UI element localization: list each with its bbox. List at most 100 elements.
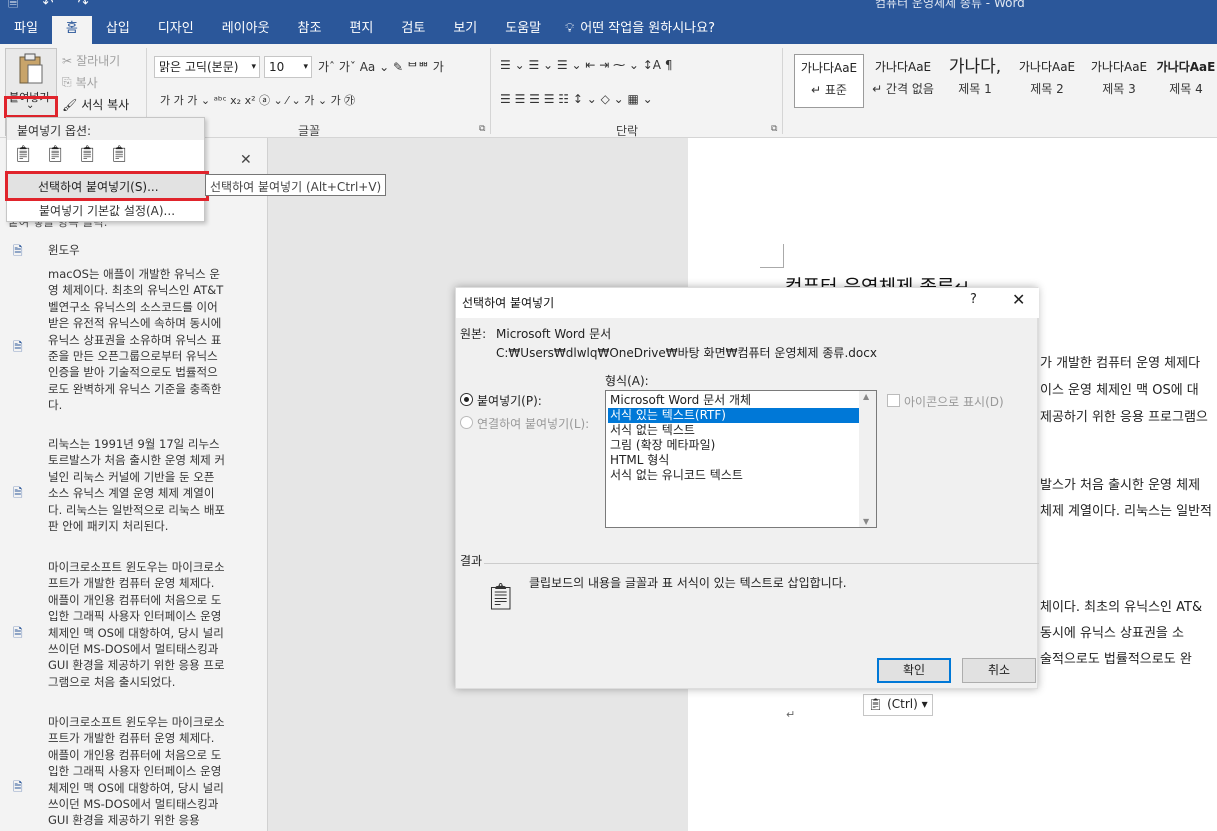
- format-list[interactable]: Microsoft Word 문서 개체 서식 있는 텍스트(RTF) 서식 없…: [605, 390, 877, 528]
- clipboard-item[interactable]: 리눅스는 1991년 9월 17일 리누스 토르발스가 처음 출시한 운영 체제…: [48, 436, 226, 534]
- ok-button[interactable]: 확인: [877, 658, 951, 683]
- scissors-icon: ✂: [62, 53, 73, 68]
- style-heading-3[interactable]: 가나다AaE 제목 3: [1084, 54, 1154, 108]
- paste-merge-icon[interactable]: 📋︎: [45, 144, 65, 168]
- format-option[interactable]: 서식 없는 유니코드 텍스트: [608, 468, 860, 483]
- tab-layout[interactable]: 레이아웃: [208, 16, 284, 44]
- font-name-select[interactable]: 맑은 고딕(본문) ▾: [154, 56, 260, 78]
- display-as-icon-checkbox[interactable]: [887, 394, 900, 407]
- style-preview: 가나다AaE: [1018, 60, 1076, 74]
- tab-insert[interactable]: 삽입: [92, 16, 144, 44]
- tooltip: 선택하여 붙여넣기 (Alt+Ctrl+V): [205, 174, 387, 196]
- copy-label: 복사: [75, 76, 98, 90]
- cancel-button[interactable]: 취소: [962, 658, 1036, 683]
- style-heading-2[interactable]: 가나다AaE 제목 2: [1012, 54, 1082, 108]
- style-normal[interactable]: 가나다AaE ↵ 표준: [794, 54, 864, 108]
- style-name: ↵ 간격 없음: [872, 82, 934, 96]
- quick-access-toolbar[interactable]: 🗎 ↶ ↷: [8, 0, 99, 16]
- tab-file[interactable]: 파일: [0, 16, 52, 44]
- tab-references[interactable]: 참조: [284, 16, 336, 44]
- clipboard-item[interactable]: macOS는 애플이 개발한 유닉스 운영 체제이다. 최초의 유닉스인 AT&…: [48, 266, 226, 414]
- lightbulb-icon: 💡︎: [565, 21, 575, 36]
- paste-picture-icon[interactable]: 📋︎: [77, 144, 97, 168]
- paragraph-buttons-row1[interactable]: ☰ ⌄ ☰ ⌄ ☰ ⌄ ⇤ ⇥ ⁓ ⌄ ↕A ¶: [500, 58, 672, 72]
- document-text-line: 이스 운영 체제인 맥 OS에 대: [1040, 383, 1199, 398]
- clipboard-item[interactable]: 윈도우: [48, 242, 226, 258]
- list-scrollbar[interactable]: ▲ ▼: [859, 391, 876, 527]
- font-format-buttons-row1[interactable]: 가ˆ 가ˇ Aa ⌄ ✎ ᄇᄈ 가: [318, 58, 444, 75]
- tab-view[interactable]: 보기: [439, 16, 491, 44]
- tell-me-text: 어떤 작업을 원하시나요?: [580, 21, 715, 36]
- tab-home[interactable]: 홈: [51, 16, 92, 44]
- style-name: 제목 1: [958, 82, 992, 96]
- dialog-title: 선택하여 붙여넣기: [462, 296, 555, 310]
- style-heading-1[interactable]: 가나다, 제목 1: [940, 54, 1010, 108]
- dialog-launcher-icon[interactable]: ⧉: [479, 124, 485, 134]
- paste-link-radio[interactable]: [460, 416, 473, 429]
- document-icon: 🗎︎: [13, 626, 23, 640]
- style-heading-4[interactable]: 가나다AaE 제목 4: [1156, 54, 1216, 108]
- paragraph-mark: ↵: [786, 708, 796, 721]
- paragraph-buttons-row2[interactable]: ☰ ☰ ☰ ☰ ☷ ↕ ⌄ ◇ ⌄ ▦ ⌄: [500, 92, 653, 106]
- document-text-line: 술적으로도 법률적으로도 완: [1040, 652, 1192, 667]
- style-no-spacing[interactable]: 가나다AaE ↵ 간격 없음: [868, 54, 938, 108]
- margin-marker: [760, 244, 784, 268]
- close-icon[interactable]: ✕: [240, 152, 252, 168]
- tell-me-box[interactable]: 💡︎ 어떤 작업을 원하시나요?: [555, 16, 715, 44]
- font-size-select[interactable]: 10 ▾: [264, 56, 312, 78]
- font-group-label: 글꼴: [298, 124, 321, 138]
- chevron-down-icon: ▾: [303, 62, 308, 72]
- dialog-launcher-icon[interactable]: ⧉: [771, 124, 777, 134]
- paste-radio[interactable]: [460, 393, 473, 406]
- result-label: 결과: [460, 554, 483, 568]
- paragraph-group-label: 단락: [616, 124, 639, 138]
- paste-radio-label: 붙여넣기(P):: [477, 394, 542, 408]
- format-painter-button[interactable]: 🖌︎ 서식 복사: [62, 96, 129, 113]
- format-label: 형식(A):: [605, 374, 649, 388]
- scroll-up-icon[interactable]: ▲: [863, 392, 869, 401]
- tab-design[interactable]: 디자인: [144, 16, 208, 44]
- paste-dropdown-button[interactable]: ⌄: [4, 96, 58, 118]
- style-name: 제목 2: [1030, 82, 1064, 96]
- style-name: ↵ 표준: [811, 83, 847, 97]
- paste-keep-source-icon[interactable]: 📋︎: [13, 144, 33, 168]
- close-button[interactable]: ✕: [1012, 290, 1025, 309]
- clipboard-item[interactable]: 마이크로소프트 윈도우는 마이크로소프트가 개발한 컴퓨터 운영 체제다. 애플…: [48, 714, 226, 829]
- paste-special-menu-item[interactable]: 선택하여 붙여넣기(S)...: [5, 171, 209, 201]
- source-label: 원본:: [460, 327, 487, 341]
- tab-help[interactable]: 도움말: [491, 16, 555, 44]
- document-text-line: 동시에 유닉스 상표권을 소: [1040, 626, 1184, 641]
- cut-button[interactable]: ✂ 잘라내기: [62, 52, 120, 69]
- set-default-paste-menu-item[interactable]: 붙여넣기 기본값 설정(A)...: [39, 202, 175, 219]
- title-bar: 🗎 ↶ ↷ 컴퓨터 운영체제 종류 - Word 파일 홈 삽입 디자인 레이아…: [0, 0, 1217, 44]
- chevron-down-icon: ▾: [251, 62, 256, 72]
- format-option[interactable]: 서식 없는 텍스트: [608, 423, 860, 438]
- format-option[interactable]: Microsoft Word 문서 개체: [608, 393, 860, 408]
- scroll-down-icon[interactable]: ▼: [863, 517, 869, 526]
- clipboard-item[interactable]: 마이크로소프트 윈도우는 마이크로소프트가 개발한 컴퓨터 운영 체제다. 애플…: [48, 559, 226, 690]
- font-size-value: 10: [269, 60, 285, 74]
- style-name: 제목 4: [1169, 82, 1203, 96]
- format-painter-label: 서식 복사: [81, 98, 130, 112]
- paste-options-header: 붙여넣기 옵션:: [7, 118, 204, 140]
- paste-options-button[interactable]: 📋︎ (Ctrl) ▾: [863, 694, 933, 716]
- document-text-line: 발스가 처음 출시한 운영 체제: [1040, 478, 1201, 493]
- style-preview: 가나다,: [948, 57, 1002, 77]
- copy-button[interactable]: ⎘ 복사: [62, 74, 98, 91]
- paste-text-only-icon[interactable]: 📋︎: [109, 144, 129, 168]
- tab-review[interactable]: 검토: [387, 16, 439, 44]
- clipboard-pane: ✕ 붙여 넣을 항목 클릭: 🗎︎ 윈도우 🗎︎ macOS는 애플이 개발한 …: [0, 138, 268, 831]
- help-button[interactable]: ?: [970, 292, 977, 307]
- format-option[interactable]: HTML 형식: [608, 453, 860, 468]
- paste-options-menu: 붙여넣기 옵션: 📋︎ 📋︎ 📋︎ 📋︎ 선택하여 붙여넣기(S)... 붙여넣…: [5, 117, 209, 222]
- document-title: 컴퓨터 운영체제 종류 - Word: [875, 0, 1025, 10]
- font-format-buttons-row2[interactable]: 가 가 가 ⌄ ᵃᵇᶜ x₂ x² ⓐ ⌄ ⁄ ⌄ 가 ⌄ 가 ㉮: [160, 92, 355, 108]
- styles-gallery: 가나다AaE ↵ 표준 가나다AaE ↵ 간격 없음 가나다, 제목 1 가나다…: [790, 50, 1217, 112]
- document-icon: 🗎︎: [13, 486, 23, 500]
- style-preview: 가나다AaE: [800, 61, 858, 75]
- paste-option-icons: 📋︎ 📋︎ 📋︎ 📋︎: [13, 144, 129, 168]
- format-option-selected[interactable]: 서식 있는 텍스트(RTF): [608, 408, 860, 423]
- clipboard-icon: 📋︎: [868, 697, 884, 711]
- format-option[interactable]: 그림 (확장 메타파일): [608, 438, 860, 453]
- tab-mailings[interactable]: 편지: [335, 16, 387, 44]
